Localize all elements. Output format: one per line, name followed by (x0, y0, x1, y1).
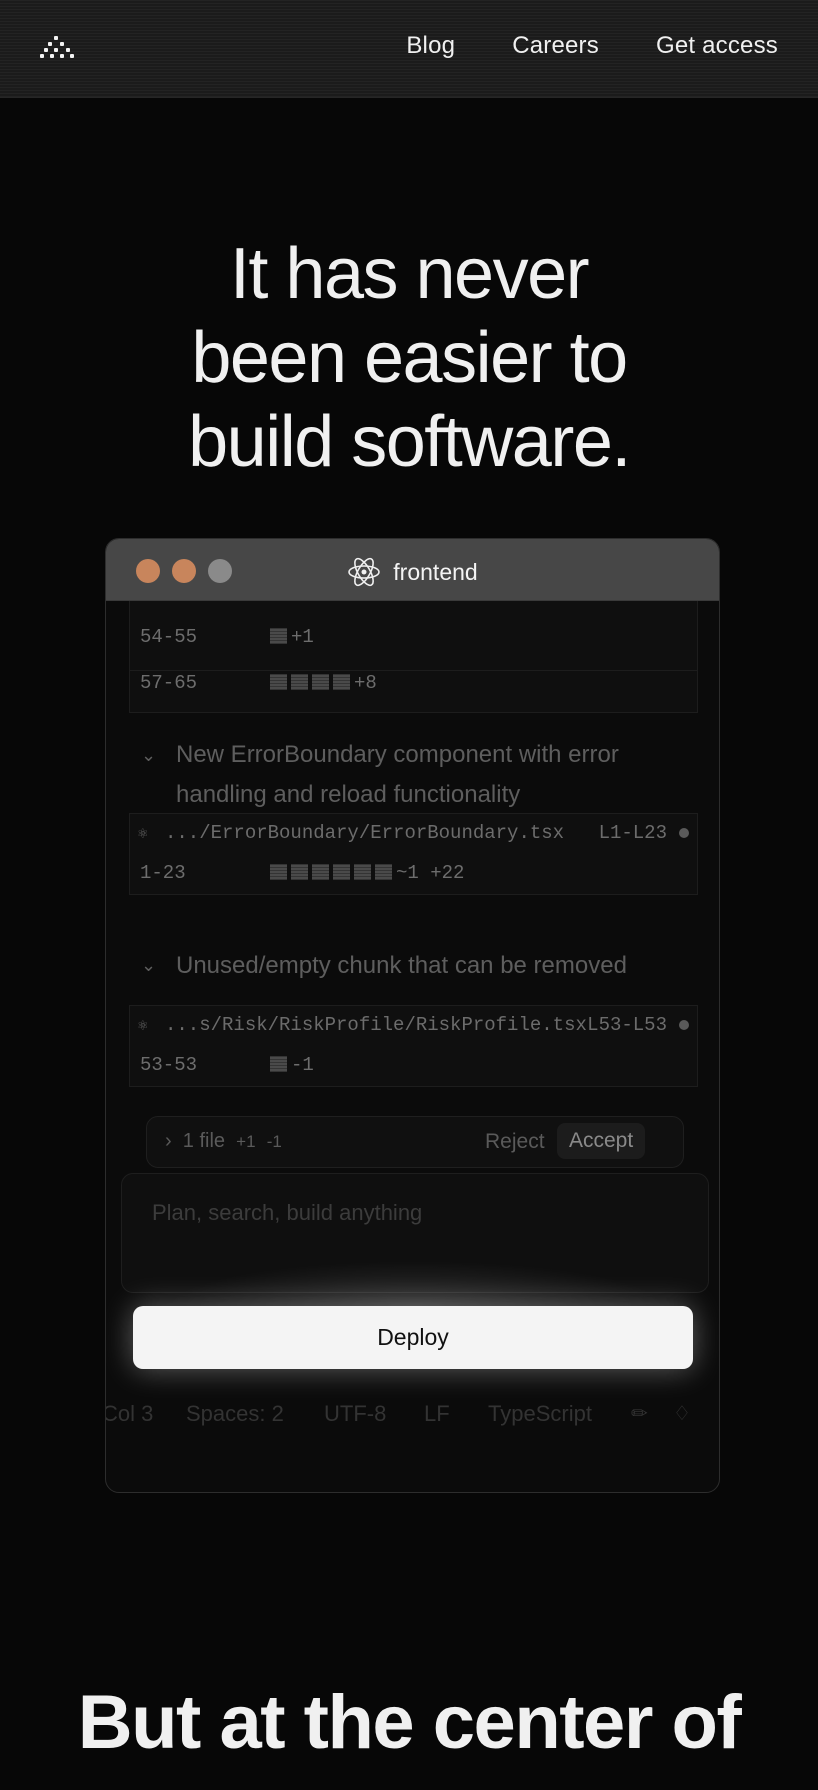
changes-summary[interactable]: › 1 file +1 -1 (165, 1130, 282, 1153)
changes-plus: +1 (236, 1132, 256, 1151)
status-language[interactable]: TypeScript (488, 1401, 592, 1427)
section-line-2: handling and reload functionality (176, 781, 521, 808)
status-eol[interactable]: LF (424, 1401, 450, 1427)
chunk-range: 57-65 (140, 672, 198, 694)
changes-bar: › 1 file +1 -1 Reject Accept (146, 1116, 684, 1168)
chevron-right-icon: › (165, 1130, 172, 1152)
prompt-placeholder: Plan, search, build anything (152, 1200, 423, 1225)
status-spaces[interactable]: Spaces: 2 (186, 1401, 284, 1427)
deploy-button[interactable]: Deploy (133, 1306, 693, 1369)
feedback-icon[interactable]: ✏ (631, 1401, 648, 1426)
chevron-down-icon[interactable]: ⌄ (141, 745, 156, 766)
nav-links: Blog Careers Get access (406, 32, 778, 60)
hero-heading: It has never been easier to build softwa… (0, 232, 818, 484)
top-nav: Blog Careers Get access (0, 0, 818, 98)
file-card-error-boundary[interactable]: ⚛ .../ErrorBoundary/ErrorBoundary.tsx L1… (129, 813, 698, 895)
chunk-bars: +8 (270, 672, 377, 694)
logo-icon[interactable] (40, 36, 76, 62)
file-card-risk-profile[interactable]: ⚛ ...s/Risk/RiskProfile/RiskProfile.tsx … (129, 1005, 698, 1087)
status-col[interactable]: Col 3 (106, 1401, 153, 1427)
file-path: .../ErrorBoundary/ErrorBoundary.tsx (165, 822, 565, 844)
window-title-text: frontend (393, 558, 478, 585)
hero-line-1: It has never (229, 234, 590, 314)
react-icon: ⚛ (138, 1017, 148, 1035)
changes-files: 1 file (182, 1130, 226, 1152)
hero-line-3: build software. (188, 402, 631, 482)
accept-button[interactable]: Accept (557, 1123, 646, 1159)
chevron-down-icon[interactable]: ⌄ (141, 955, 156, 976)
window-title: frontend (106, 555, 719, 589)
file-lines: L53-L53 (587, 1014, 667, 1036)
nav-careers-link[interactable]: Careers (512, 32, 599, 60)
section-title-error-boundary[interactable]: New ErrorBoundary component with error h… (176, 735, 619, 815)
section-heading: But at the center of (77, 1680, 742, 1765)
file-lines: L1-L23 (598, 822, 667, 844)
chunk-delta: ~1 +22 (396, 862, 465, 884)
window-titlebar: frontend (106, 539, 719, 601)
section-line-1: New ErrorBoundary component with error (176, 741, 619, 768)
status-dot-icon (679, 1020, 689, 1030)
chunk-range: 53-53 (140, 1054, 198, 1076)
status-dot-icon (679, 828, 689, 838)
chunk-range: 54-55 (140, 626, 198, 648)
chunk-bars: -1 (270, 1054, 314, 1076)
reject-button[interactable]: Reject (485, 1130, 545, 1154)
diff-card-top-2: 57-65 +8 (129, 671, 698, 713)
changes-minus: -1 (266, 1132, 282, 1151)
nav-blog-link[interactable]: Blog (406, 32, 455, 60)
status-encoding[interactable]: UTF-8 (324, 1401, 386, 1427)
status-bar: Col 3 Spaces: 2 UTF-8 LF TypeScript ✏ ♢ (106, 1391, 719, 1431)
nav-get-access-link[interactable]: Get access (656, 32, 778, 60)
section-title-unused-chunk[interactable]: Unused/empty chunk that can be removed (176, 946, 627, 986)
chunk-delta: +1 (291, 626, 314, 648)
react-icon (348, 557, 381, 587)
chunk-bars: +1 (270, 626, 314, 648)
chunk-delta: -1 (291, 1054, 314, 1076)
bell-icon[interactable]: ♢ (673, 1401, 691, 1426)
react-icon: ⚛ (138, 825, 148, 843)
file-path: ...s/Risk/RiskProfile/RiskProfile.tsx (165, 1014, 587, 1036)
chunk-delta: +8 (354, 672, 377, 694)
editor-window: 48-50 +1 54-55 +1 57-65 +8 ⌄ New ErrorBo… (105, 538, 720, 1493)
hero-line-2: been easier to (191, 318, 628, 398)
chunk-bars: ~1 +22 (270, 862, 464, 884)
editor-content: 48-50 +1 54-55 +1 57-65 +8 ⌄ New ErrorBo… (106, 580, 719, 1492)
chunk-range: 1-23 (140, 862, 186, 884)
